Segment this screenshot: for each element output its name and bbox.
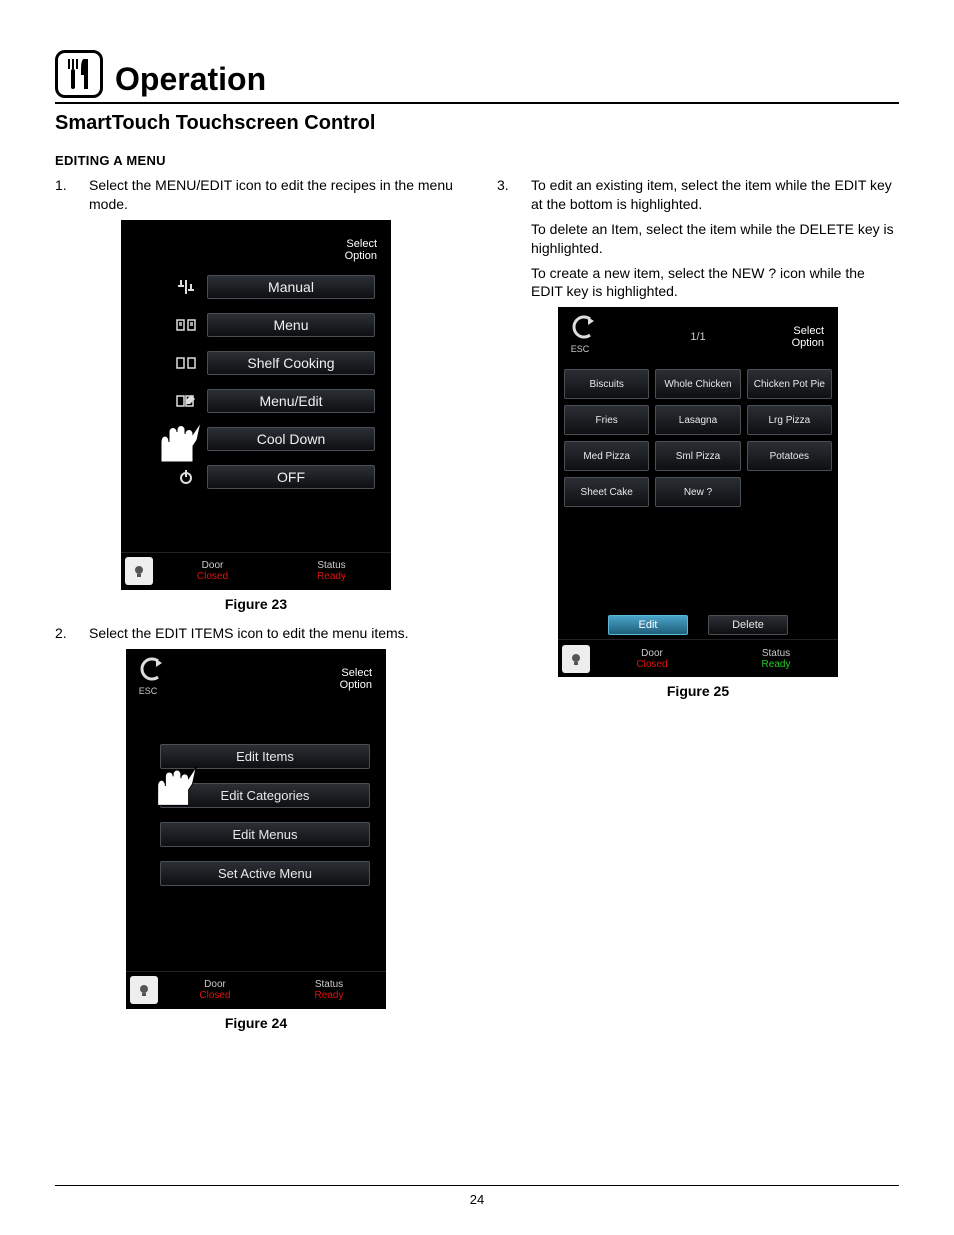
menu-icon — [175, 316, 197, 334]
step-1: 1. Select the MENU/EDIT icon to edit the… — [55, 176, 457, 214]
off-button[interactable]: OFF — [207, 465, 375, 489]
page-footer: 24 — [55, 1185, 899, 1207]
status-bar: Door Closed Status Ready — [558, 639, 838, 677]
figure-24-caption: Figure 24 — [55, 1015, 457, 1031]
step-text: To edit an existing item, select the ite… — [531, 176, 899, 214]
shelf-cooking-button[interactable]: Shelf Cooking — [207, 351, 375, 375]
esc-button[interactable]: ESC — [134, 657, 162, 696]
select-label-2: Option — [345, 250, 377, 262]
status-status: Status Ready — [272, 979, 386, 1001]
select-option-label: Select Option — [340, 667, 372, 691]
door-value: Closed — [590, 659, 714, 670]
step-3: 3. To edit an existing item, select the … — [497, 176, 899, 214]
shelf-cooking-icon — [175, 354, 197, 372]
door-value: Closed — [158, 990, 272, 1001]
menu-edit-icon — [175, 392, 197, 410]
status-status: Status Ready — [714, 648, 838, 670]
item-lrg-pizza[interactable]: Lrg Pizza — [747, 405, 832, 435]
item-potatoes[interactable]: Potatoes — [747, 441, 832, 471]
door-status: Door Closed — [590, 648, 714, 670]
set-active-menu-button[interactable]: Set Active Menu — [160, 861, 370, 886]
status-label: Status — [714, 648, 838, 659]
manual-icon — [175, 278, 197, 296]
utensil-icon — [55, 50, 103, 98]
step-text: Select the EDIT ITEMS icon to edit the m… — [89, 624, 457, 643]
select-option-label: Select Option — [345, 238, 377, 262]
items-grid: Biscuits Whole Chicken Chicken Pot Pie F… — [564, 369, 832, 507]
status-value: Ready — [272, 990, 386, 1001]
pointing-hand-icon — [148, 757, 190, 799]
door-label: Door — [153, 560, 272, 571]
select-label-1: Select — [340, 667, 372, 679]
door-value: Closed — [153, 571, 272, 582]
status-bar: Door Closed Status Ready — [121, 552, 391, 590]
status-bar: Door Closed Status Ready — [126, 971, 386, 1009]
status-value: Ready — [714, 659, 838, 670]
item-biscuits[interactable]: Biscuits — [564, 369, 649, 399]
menu-edit-row[interactable]: Menu/Edit — [175, 389, 375, 413]
item-sheet-cake[interactable]: Sheet Cake — [564, 477, 649, 507]
edit-menus-button[interactable]: Edit Menus — [160, 822, 370, 847]
esc-label: ESC — [566, 344, 594, 354]
light-icon[interactable] — [125, 557, 153, 585]
manual-button[interactable]: Manual — [207, 275, 375, 299]
cool-down-button[interactable]: Cool Down — [207, 427, 375, 451]
step-num: 3. — [497, 176, 515, 214]
step-text: Select the MENU/EDIT icon to edit the re… — [89, 176, 457, 214]
select-label-2: Option — [340, 679, 372, 691]
delete-tab[interactable]: Delete — [708, 615, 788, 635]
touchscreen-figure-23: Select Option Manual Menu — [121, 220, 391, 590]
status-label: Status — [272, 979, 386, 990]
figure-25-caption: Figure 25 — [497, 683, 899, 699]
item-sml-pizza[interactable]: Sml Pizza — [655, 441, 740, 471]
page-header: Operation — [55, 50, 899, 98]
edit-delete-row: Edit Delete — [588, 615, 808, 635]
divider — [55, 102, 899, 104]
left-column: 1. Select the MENU/EDIT icon to edit the… — [55, 176, 457, 1043]
item-lasagna[interactable]: Lasagna — [655, 405, 740, 435]
select-label-1: Select — [792, 325, 824, 337]
menu-button[interactable]: Menu — [207, 313, 375, 337]
touchscreen-figure-25: ESC 1/1 Select Option Biscuits Whole Chi… — [558, 307, 838, 677]
step-3c: To create a new item, select the NEW ? i… — [497, 264, 899, 302]
subtitle: SmartTouch Touchscreen Control — [55, 112, 899, 135]
esc-label: ESC — [134, 686, 162, 696]
right-column: 3. To edit an existing item, select the … — [497, 176, 899, 1043]
step-3b: To delete an Item, select the item while… — [497, 220, 899, 258]
menu-row[interactable]: Menu — [175, 313, 375, 337]
item-med-pizza[interactable]: Med Pizza — [564, 441, 649, 471]
figure-23-caption: Figure 23 — [55, 596, 457, 612]
touchscreen-figure-24: ESC Select Option Edit Items Edit Catego… — [126, 649, 386, 1009]
status-status: Status Ready — [272, 560, 391, 582]
status-label: Status — [272, 560, 391, 571]
status-value: Ready — [272, 571, 391, 582]
light-icon[interactable] — [130, 976, 158, 1004]
shelf-cooking-row[interactable]: Shelf Cooking — [175, 351, 375, 375]
page-title: Operation — [115, 61, 266, 98]
item-fries[interactable]: Fries — [564, 405, 649, 435]
step-num: 2. — [55, 624, 73, 643]
select-option-label: Select Option — [792, 325, 824, 349]
edit-tab[interactable]: Edit — [608, 615, 688, 635]
select-label-2: Option — [792, 337, 824, 349]
manual-row[interactable]: Manual — [175, 275, 375, 299]
door-status: Door Closed — [158, 979, 272, 1001]
item-new[interactable]: New ? — [655, 477, 740, 507]
item-whole-chicken[interactable]: Whole Chicken — [655, 369, 740, 399]
page-number: 24 — [470, 1192, 484, 1207]
door-label: Door — [158, 979, 272, 990]
light-icon[interactable] — [562, 645, 590, 673]
step-num: 1. — [55, 176, 73, 214]
section-heading: EDITING A MENU — [55, 153, 899, 168]
item-chicken-pot-pie[interactable]: Chicken Pot Pie — [747, 369, 832, 399]
pointing-hand-icon — [151, 412, 193, 454]
menu-edit-button[interactable]: Menu/Edit — [207, 389, 375, 413]
two-column-layout: 1. Select the MENU/EDIT icon to edit the… — [55, 176, 899, 1043]
select-label-1: Select — [345, 238, 377, 250]
door-status: Door Closed — [153, 560, 272, 582]
door-label: Door — [590, 648, 714, 659]
step-2: 2. Select the EDIT ITEMS icon to edit th… — [55, 624, 457, 643]
